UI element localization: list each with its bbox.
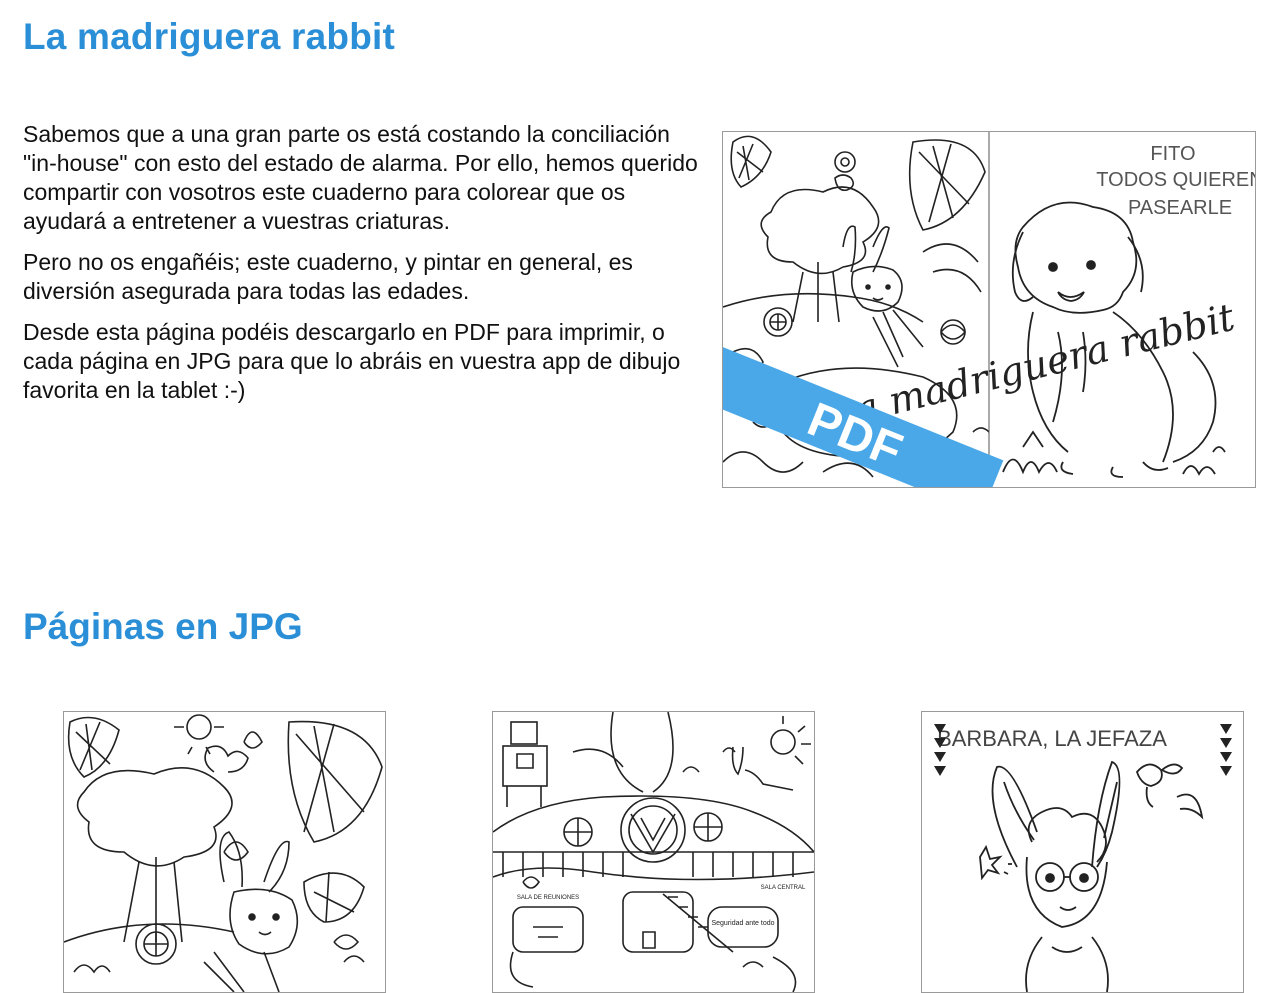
room-label: SALA DE REUNIONES xyxy=(517,895,579,901)
jpg-page-thumbnail[interactable]: SALA DE REUNIONES SALA CENTRAL Seguridad… xyxy=(492,711,815,993)
intro-paragraph: Pero no os engañéis; este cuaderno, y pi… xyxy=(23,249,633,304)
page-caption: BARBARA, LA JEFAZA xyxy=(937,726,1167,751)
pdf-cover-image: La madriguera rabbit FITO TODOS QUIEREN … xyxy=(723,132,1255,487)
pdf-back-caption-3: PASEARLE xyxy=(1128,197,1232,219)
coloring-page-image: BARBARA, LA JEFAZA xyxy=(934,724,1232,992)
sign-label: Seguridad ante todo xyxy=(711,920,774,927)
coloring-page-image: SALA DE REUNIONES SALA CENTRAL Seguridad… xyxy=(493,712,814,992)
jpg-page-thumbnail[interactable]: BARBARA, LA JEFAZA xyxy=(921,711,1244,993)
page-title: La madriguera rabbit xyxy=(23,16,396,57)
intro-paragraph: Sabemos que a una gran parte os está cos… xyxy=(23,121,698,234)
intro-text: Sabemos que a una gran parte os está cos… xyxy=(23,120,703,417)
jpg-page-thumbnail[interactable] xyxy=(63,711,386,993)
pdf-back-caption-1: FITO xyxy=(1150,143,1195,165)
room-label: SALA CENTRAL xyxy=(761,885,806,891)
jpg-section-title: Páginas en JPG xyxy=(23,606,303,647)
pdf-download-link[interactable]: La madriguera rabbit FITO TODOS QUIEREN … xyxy=(722,131,1256,488)
intro-paragraph: Desde esta página podéis descargarlo en … xyxy=(23,319,681,403)
pdf-back-caption-2: TODOS QUIEREN xyxy=(1096,169,1255,191)
coloring-page-image xyxy=(64,712,383,992)
